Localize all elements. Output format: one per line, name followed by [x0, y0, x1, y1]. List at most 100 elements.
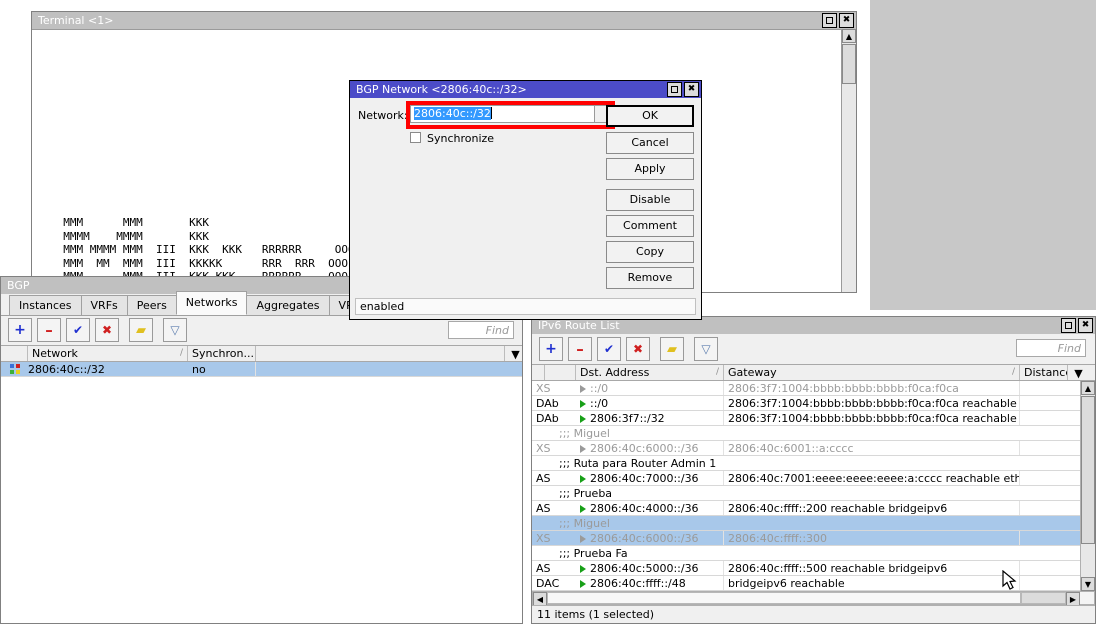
cell-gateway: bridgeipv6 reachable: [724, 576, 1020, 590]
table-row[interactable]: AS2806:40c:7000::/362806:40c:7001:eeee:e…: [532, 471, 1080, 486]
apply-button[interactable]: Apply: [606, 158, 694, 180]
routes-find-input[interactable]: Find: [1016, 339, 1086, 357]
enable-icon[interactable]: ✔: [66, 318, 90, 342]
maximize-icon[interactable]: [667, 82, 682, 97]
routes-table-body[interactable]: XS::/02806:3f7:1004:bbbb:bbbb:bbbb:f0ca:…: [532, 381, 1080, 591]
add-icon[interactable]: +: [8, 318, 32, 342]
tab-instances[interactable]: Instances: [9, 295, 82, 315]
remove-button[interactable]: Remove: [606, 267, 694, 289]
sort-indicator-icon: /: [716, 367, 719, 377]
cell-network: 2806:40c::/32: [28, 362, 188, 376]
terminal-scrollbar[interactable]: ▲: [841, 29, 856, 292]
network-input[interactable]: 2806:40c::/32: [410, 105, 595, 123]
scroll-up-icon[interactable]: ▲: [1081, 381, 1095, 395]
cell-gateway: 2806:3f7:1004:bbbb:bbbb:bbbb:f0ca:f0ca r…: [724, 411, 1020, 425]
routes-scroll-thumb[interactable]: [1081, 396, 1095, 544]
ok-button[interactable]: OK: [606, 105, 694, 127]
table-row[interactable]: AS2806:40c:5000::/362806:40c:ffff::500 r…: [532, 561, 1080, 576]
tab-aggregates[interactable]: Aggregates: [246, 295, 329, 315]
bgp-toolbar[interactable]: + – ✔ ✖ ▰ ▽: [1, 316, 522, 344]
cell-flags: DAb: [532, 396, 576, 410]
scroll-left-icon[interactable]: ◀: [533, 592, 547, 606]
comment-row[interactable]: ;;; Ruta para Router Admin 1: [532, 456, 1080, 471]
add-icon[interactable]: +: [539, 337, 563, 361]
column-menu-icon[interactable]: ▼: [1068, 365, 1085, 380]
comment-row[interactable]: ;;; Prueba: [532, 486, 1080, 501]
close-icon[interactable]: ✖: [684, 82, 699, 97]
comment-icon[interactable]: ▰: [129, 318, 153, 342]
maximize-icon[interactable]: [1061, 318, 1076, 333]
cell-flags: XS: [532, 531, 576, 545]
scroll-up-icon[interactable]: ▲: [842, 29, 856, 43]
table-row[interactable]: 2806:40c::/32 no: [1, 362, 522, 377]
enable-icon[interactable]: ✔: [597, 337, 621, 361]
table-row[interactable]: XS2806:40c:6000::/362806:40c:6001::a:ccc…: [532, 441, 1080, 456]
close-icon[interactable]: ✖: [839, 13, 854, 28]
tab-networks[interactable]: Networks: [176, 291, 248, 315]
routes-vertical-scrollbar[interactable]: ▲ ▼: [1080, 381, 1095, 591]
cell-gateway: 2806:3f7:1004:bbbb:bbbb:bbbb:f0ca:f0ca r…: [724, 396, 1020, 410]
table-row[interactable]: DAC2806:40c:ffff::/48bridgeipv6 reachabl…: [532, 576, 1080, 591]
cell-flags: AS: [532, 501, 576, 515]
dialog-title: BGP Network <2806:40c::/32>: [356, 81, 667, 98]
routes-col-dst-address[interactable]: Dst. Address /: [576, 365, 724, 380]
table-row[interactable]: XS2806:40c:6000::/362806:40c:ffff::300: [532, 531, 1080, 546]
terminal-titlebar[interactable]: Terminal <1> ✖: [32, 12, 856, 29]
filter-icon[interactable]: ▽: [694, 337, 718, 361]
routes-col-gateway[interactable]: Gateway /: [724, 365, 1020, 380]
bgp-find-placeholder: Find: [449, 322, 513, 337]
cell-distance: [1020, 531, 1068, 545]
comment-row[interactable]: ;;; Prueba Fa: [532, 546, 1080, 561]
terminal-ascii-art: MMM MMM KKK MMMM MMMM KKK MMM MMMM MMM I…: [50, 216, 381, 284]
bgp-table-header[interactable]: Network / Synchron... ▼: [1, 345, 522, 362]
maximize-icon[interactable]: [822, 13, 837, 28]
disable-icon[interactable]: ✖: [626, 337, 650, 361]
cell-dst-address: 2806:40c:ffff::/48: [576, 576, 724, 590]
comment-row[interactable]: ;;; Miguel: [532, 516, 1080, 531]
comment-button[interactable]: Comment: [606, 215, 694, 237]
disable-button[interactable]: Disable: [606, 189, 694, 211]
dialog-titlebar[interactable]: BGP Network <2806:40c::/32> ✖: [350, 81, 701, 98]
filter-icon[interactable]: ▽: [163, 318, 187, 342]
table-row[interactable]: XS::/02806:3f7:1004:bbbb:bbbb:bbbb:f0ca:…: [532, 381, 1080, 396]
bgp-find-input[interactable]: Find: [448, 321, 514, 339]
tab-vrfs[interactable]: VRFs: [81, 295, 128, 315]
bgp-col-synchronize[interactable]: Synchron...: [188, 346, 256, 361]
close-icon[interactable]: ✖: [1078, 318, 1093, 333]
table-row[interactable]: DAb2806:3f7::/322806:3f7:1004:bbbb:bbbb:…: [532, 411, 1080, 426]
scroll-right-icon[interactable]: ▶: [1066, 592, 1080, 606]
dialog-statusbar: enabled: [355, 298, 696, 315]
bgp-window[interactable]: BGP Instances VRFs Peers Networks Aggreg…: [0, 276, 523, 624]
route-arrow-icon: [580, 385, 586, 393]
route-arrow-icon: [580, 445, 586, 453]
comment-icon[interactable]: ▰: [660, 337, 684, 361]
table-row[interactable]: AS2806:40c:4000::/362806:40c:ffff::200 r…: [532, 501, 1080, 516]
terminal-scroll-thumb[interactable]: [842, 44, 856, 84]
route-arrow-icon: [580, 580, 586, 588]
routes-col-distance[interactable]: Distance: [1020, 365, 1068, 380]
comment-row[interactable]: ;;; Miguel: [532, 426, 1080, 441]
disable-icon[interactable]: ✖: [95, 318, 119, 342]
remove-icon[interactable]: –: [37, 318, 61, 342]
scroll-down-icon[interactable]: ▼: [1081, 577, 1095, 591]
cell-dst-address: ::/0: [576, 381, 724, 395]
cell-dst-address: ::/0: [576, 396, 724, 410]
ipv6-route-list-window[interactable]: IPv6 Route List ✖ + – ✔ ✖ ▰ ▽ Find Dst. …: [531, 316, 1096, 624]
remove-icon[interactable]: –: [568, 337, 592, 361]
tab-peers[interactable]: Peers: [127, 295, 177, 315]
sort-indicator-icon: /: [180, 348, 183, 358]
copy-button[interactable]: Copy: [606, 241, 694, 263]
routes-horizontal-scrollbar[interactable]: ◀ ▶: [532, 591, 1095, 605]
cancel-button[interactable]: Cancel: [606, 132, 694, 154]
routes-table-header[interactable]: Dst. Address / Gateway / Distance ▼: [532, 364, 1095, 381]
bgp-col-flags: [1, 346, 28, 361]
hscroll-thumb[interactable]: [547, 592, 1021, 604]
synchronize-label: Synchronize: [427, 132, 494, 145]
routes-statusbar: 11 items (1 selected): [532, 605, 1095, 623]
routes-col-flags: [545, 365, 576, 380]
column-menu-icon[interactable]: ▼: [505, 346, 522, 361]
routes-toolbar[interactable]: + – ✔ ✖ ▰ ▽: [532, 334, 1095, 364]
table-row[interactable]: DAb::/02806:3f7:1004:bbbb:bbbb:bbbb:f0ca…: [532, 396, 1080, 411]
synchronize-checkbox[interactable]: [410, 132, 421, 143]
bgp-col-network[interactable]: Network /: [28, 346, 188, 361]
